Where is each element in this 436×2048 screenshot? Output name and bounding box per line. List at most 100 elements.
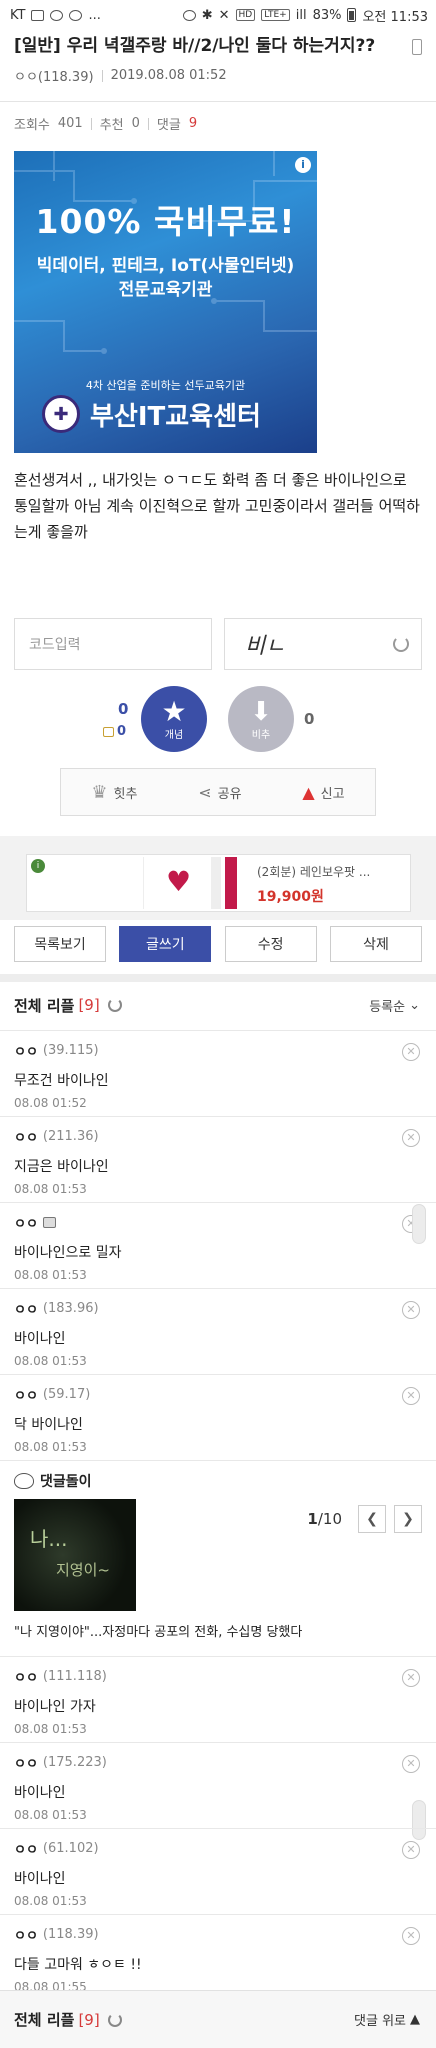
fixed-user-icon xyxy=(42,1217,56,1228)
replies-footer: 전체 리플 [9] 댓글 위로 ▲ xyxy=(0,1990,436,2048)
comment-ip: (59.17) xyxy=(42,1387,91,1402)
post-author[interactable]: ㅇㅇ(118.39) xyxy=(14,66,94,85)
comment-nick[interactable]: ㅇㅇ xyxy=(14,1753,38,1772)
share-icon: ⋖ xyxy=(198,782,212,802)
views-count: 401 xyxy=(57,116,83,131)
write-button[interactable]: 글쓰기 xyxy=(119,926,212,962)
bot-caption[interactable]: "나 지영이야"...자정마다 공포의 전화, 수십명 당했다 xyxy=(14,1621,302,1640)
prev-page-button[interactable]: ❮ xyxy=(358,1505,386,1533)
captcha-refresh-icon[interactable] xyxy=(393,636,409,652)
ad-brand-name: 부산IT교육센터 xyxy=(90,401,261,432)
comment-body: 다들 고마워 ㅎㅇㅌ !! xyxy=(14,1957,142,1973)
reply-count: 9 xyxy=(188,116,198,131)
star-icon: ★ xyxy=(161,694,187,728)
delete-comment-icon[interactable]: ✕ xyxy=(402,1129,420,1147)
views-label: 조회수 xyxy=(14,118,50,133)
upvote-fixed-count: 0 xyxy=(103,724,126,739)
delete-comment-icon[interactable]: ✕ xyxy=(402,1755,420,1773)
ad-info-icon[interactable]: i xyxy=(295,157,311,173)
post-title-row: [일반] 우리 녁갤주랑 바//2/나인 둘다 하는거지?? xyxy=(0,30,436,58)
hit-button[interactable]: ♛ 힛추 xyxy=(91,782,137,803)
delete-comment-icon[interactable]: ✕ xyxy=(402,1669,420,1687)
bot-label: 댓글돌이 xyxy=(40,1474,92,1490)
comment-body: 지금은 바이나인 xyxy=(14,1159,109,1175)
recommend-label: 추천 xyxy=(99,118,124,133)
stats-divider xyxy=(147,117,149,130)
scroll-to-replies-button[interactable]: 댓글 위로 ▲ xyxy=(354,2010,420,2029)
comment-item: ㅇㅇ (61.102) 바이나인 08.08 01:53 ✕ xyxy=(0,1828,436,1914)
downvote-button[interactable]: ⬇ 비추 xyxy=(228,686,294,752)
ad-subtext: 4차 산업을 준비하는 선두교육기관 xyxy=(85,379,246,392)
bot-thumbnail[interactable]: 나... 지영이~ xyxy=(14,1499,136,1611)
post-stats: 조회수 401 추천 0 댓글 9 xyxy=(0,102,436,145)
list-button[interactable]: 목록보기 xyxy=(14,926,106,962)
reply-label: 댓글 xyxy=(156,118,181,133)
product-ad[interactable]: i ♥ (2회분) 레인보우팟 ... 19,900원 xyxy=(26,854,411,912)
delete-comment-icon[interactable]: ✕ xyxy=(402,1387,420,1405)
meta-divider xyxy=(101,69,103,82)
comment-time: 08.08 01:53 xyxy=(14,1268,87,1282)
page-current: 1 xyxy=(307,1510,318,1528)
image-notification-icon xyxy=(31,9,45,21)
code-input[interactable]: 코드입력 xyxy=(14,618,212,670)
next-page-button[interactable]: ❯ xyxy=(394,1505,422,1533)
mobile-post-icon xyxy=(412,39,422,55)
comment-nick[interactable]: ㅇㅇ xyxy=(14,1667,38,1686)
footer-replies-title: 전체 리플 xyxy=(14,2011,75,2029)
product-stripe xyxy=(225,857,237,909)
siren-icon: ▲ xyxy=(302,782,315,802)
refresh-icon[interactable] xyxy=(107,2012,122,2027)
upvote-button[interactable]: ★ 개념 xyxy=(141,686,207,752)
share-button[interactable]: ⋖ 공유 xyxy=(198,783,241,802)
scrollbar-handle[interactable] xyxy=(412,1204,426,1244)
comment-time: 08.08 01:53 xyxy=(14,1440,87,1454)
comment-time: 08.08 01:53 xyxy=(14,1894,87,1908)
comment-nick[interactable]: ㅇㅇ xyxy=(14,1385,38,1404)
ad-banner[interactable]: i 100% 국비무료! 빅데이터, 핀테크, IoT(사물인터넷) 전문교육기… xyxy=(14,151,317,453)
comment-nick[interactable]: ㅇㅇ xyxy=(14,1127,38,1146)
ad-line-1: 빅데이터, 핀테크, IoT(사물인터넷) xyxy=(36,256,295,276)
comment-item: ㅇㅇ (39.115) 무조건 바이나인 08.08 01:52 ✕ xyxy=(0,1030,436,1116)
comment-time: 08.08 01:53 xyxy=(14,1722,87,1736)
post-title: [일반] 우리 녁갤주랑 바//2/나인 둘다 하는거지?? xyxy=(14,36,376,56)
stats-divider xyxy=(90,117,92,130)
comment-nick[interactable]: ㅇㅇ xyxy=(14,1041,38,1060)
signal-icon: ill xyxy=(295,7,307,23)
replies-count: [9] xyxy=(78,996,100,1014)
downvote-label: 비추 xyxy=(251,729,271,741)
brand-logo-icon: ✚ xyxy=(42,395,80,433)
upvote-label: 개념 xyxy=(164,729,184,741)
comment-body: 바이나인 가자 xyxy=(14,1699,96,1715)
delete-comment-icon[interactable]: ✕ xyxy=(402,1043,420,1061)
comment-nick[interactable]: ㅇㅇ xyxy=(14,1925,38,1944)
scroll-up-label: 댓글 위로 xyxy=(354,2014,406,2029)
comment-nick[interactable]: ㅇㅇ xyxy=(14,1839,38,1858)
captcha-text: 비ㄴ xyxy=(245,634,286,659)
triangle-up-icon: ▲ xyxy=(410,2012,420,2027)
delete-comment-icon[interactable]: ✕ xyxy=(402,1927,420,1945)
hd-badge: HD xyxy=(235,9,256,21)
comment-nick[interactable]: ㅇㅇ xyxy=(14,1213,38,1232)
report-button[interactable]: ▲ 신고 xyxy=(302,783,344,802)
ad-info-icon[interactable]: i xyxy=(31,859,45,873)
comment-ip: (111.118) xyxy=(42,1669,107,1684)
delete-comment-icon[interactable]: ✕ xyxy=(402,1301,420,1319)
sort-dropdown[interactable]: 등록순 ⌄ xyxy=(369,996,420,1015)
captcha-row: 코드입력 비ㄴ xyxy=(14,618,422,670)
delete-button[interactable]: 삭제 xyxy=(329,926,422,962)
upvote-count: 0 xyxy=(118,700,129,718)
comment-nick[interactable]: ㅇㅇ xyxy=(14,1299,38,1318)
page-indicator: 1/10 xyxy=(307,1510,342,1528)
post-body: 혼선생겨서 ,, 내가잇는 ㅇㄱㄷ도 화력 좀 더 좋은 바이나인으로 통일할까… xyxy=(14,471,420,541)
thumbnail-text-1: 나... xyxy=(30,1527,68,1551)
delete-comment-icon[interactable]: ✕ xyxy=(402,1841,420,1859)
comment-ip: (118.39) xyxy=(42,1927,99,1942)
status-bar: KT ... ✱ ✕ HD LTE+ ill 83% 오전 11:53 xyxy=(0,0,436,30)
comment-item: ㅇㅇ (111.118) 바이나인 가자 08.08 01:53 ✕ xyxy=(0,1656,436,1742)
comment-item: ㅇㅇ (175.223) 바이나인 08.08 01:53 ✕ xyxy=(0,1742,436,1828)
sort-label: 등록순 xyxy=(369,999,406,1015)
refresh-icon[interactable] xyxy=(107,998,122,1012)
upvote-sub-count: 0 xyxy=(117,724,127,739)
report-label: 신고 xyxy=(320,786,345,802)
edit-button[interactable]: 수정 xyxy=(224,926,317,962)
